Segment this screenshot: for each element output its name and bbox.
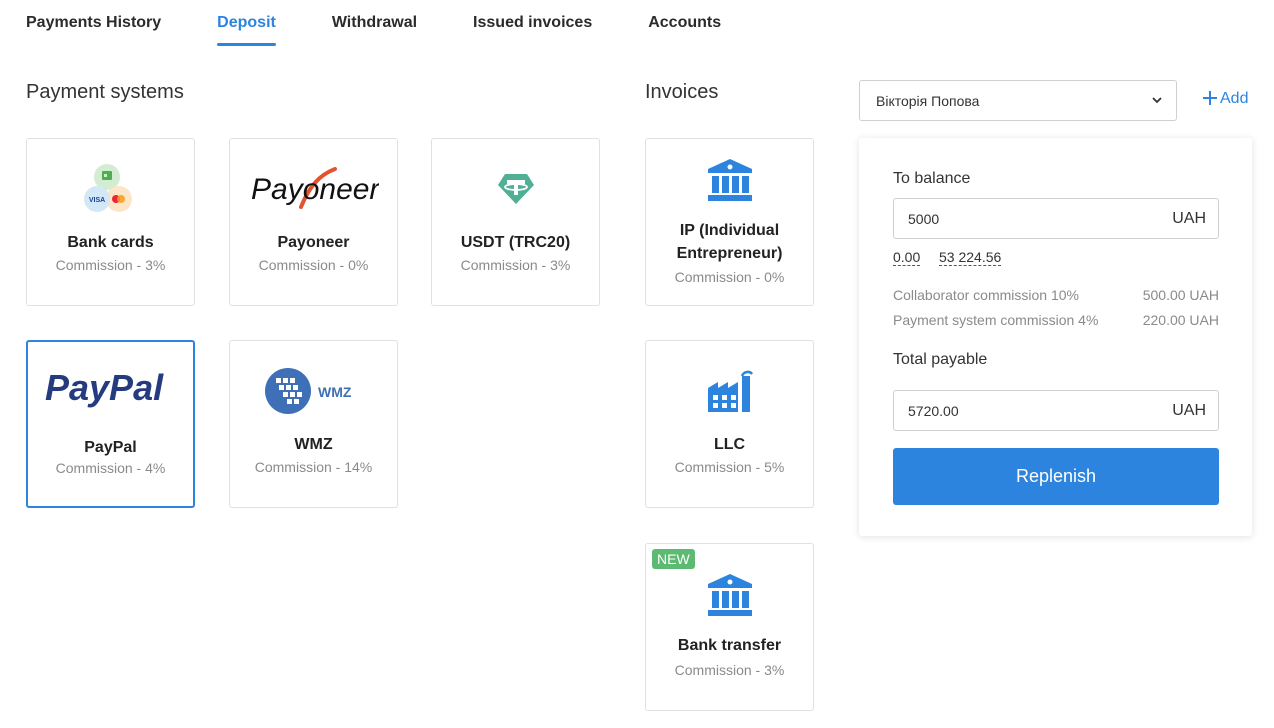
tab-issued-invoices[interactable]: Issued invoices [473, 0, 592, 48]
card-name: Payoneer [277, 234, 350, 251]
card-commission: Commission - 3% [460, 257, 571, 273]
card-wmz[interactable]: WMZ WMZ Commission - 14% [229, 340, 398, 508]
fee-row: Collaborator commission 10% 500.00 UAH [893, 287, 1219, 303]
card-commission: Commission - 4% [55, 460, 166, 476]
card-name: WMZ [294, 436, 333, 453]
webmoney-icon: WMZ [230, 363, 397, 419]
payoneer-logo: Payoneer [230, 161, 397, 217]
bank-building-icon [646, 568, 813, 624]
card-name: Bank cards [67, 234, 154, 251]
card-llc[interactable]: LLC Commission - 5% [645, 340, 814, 508]
card-bank-transfer[interactable]: NEW Bank transfer Commission - 3% [645, 543, 814, 711]
tab-withdrawal[interactable]: Withdrawal [332, 0, 417, 48]
card-bank-cards[interactable]: VISA Bank cards Commission - 3% [26, 138, 195, 306]
fee-row: Payment system commission 4% 220.00 UAH [893, 312, 1219, 328]
paypal-logo-text: PayPal [45, 367, 164, 408]
total-payable-label: Total payable [893, 351, 988, 368]
invoices-title: Invoices [645, 81, 719, 103]
quick-amount-min[interactable]: 0.00 [893, 250, 921, 266]
card-commission: Commission - 0% [674, 269, 785, 285]
tab-deposit[interactable]: Deposit [217, 0, 276, 48]
to-balance-label: To balance [893, 170, 971, 187]
wmz-logo-text: WMZ [318, 384, 352, 400]
card-usdt[interactable]: USDT (TRC20) Commission - 3% [431, 138, 600, 306]
new-badge: NEW [652, 549, 695, 569]
fee-value: 500.00 UAH [1142, 287, 1219, 303]
currency-label: UAH [1172, 209, 1206, 227]
add-label: Add [1220, 90, 1249, 107]
bank-building-icon [646, 153, 813, 209]
card-name: IP (Individual Entrepreneur) [676, 222, 783, 262]
fee-label: Payment system commission 4% [893, 312, 1099, 328]
card-commission: Commission - 0% [258, 257, 369, 273]
account-select[interactable]: Вікторія Попова [859, 80, 1177, 121]
card-name: PayPal [84, 439, 137, 456]
quick-amount-max[interactable]: 53 224.56 [939, 250, 1002, 266]
paypal-logo: PayPal [28, 360, 193, 416]
total-currency-label: UAH [1172, 401, 1206, 419]
plus-icon [1202, 89, 1218, 109]
bank-cards-icon: VISA [27, 161, 194, 217]
card-commission: Commission - 3% [55, 257, 166, 273]
card-name: Bank transfer [677, 637, 782, 654]
card-commission: Commission - 5% [674, 459, 785, 475]
card-name: LLC [713, 436, 746, 453]
card-payoneer[interactable]: Payoneer Payoneer Commission - 0% [229, 138, 398, 306]
tether-icon [432, 161, 599, 217]
card-commission: Commission - 3% [674, 662, 785, 678]
fee-label: Collaborator commission 10% [893, 287, 1079, 303]
card-paypal[interactable]: PayPal PayPal Commission - 4% [26, 340, 195, 508]
replenish-panel: To balance UAH 0.00 53 224.56 Collaborat… [859, 138, 1252, 536]
svg-text:VISA: VISA [88, 197, 104, 204]
card-ip-individual-entrepreneur[interactable]: IP (Individual Entrepreneur) Commission … [645, 138, 814, 306]
amount-field[interactable]: UAH [893, 198, 1219, 239]
payment-systems-title: Payment systems [26, 81, 184, 103]
replenish-button[interactable]: Replenish [893, 448, 1219, 505]
fee-value: 220.00 UAH [1142, 312, 1219, 328]
tab-accounts[interactable]: Accounts [648, 0, 721, 48]
top-tabs: Payments History Deposit Withdrawal Issu… [26, 0, 777, 48]
chevron-down-icon [1150, 93, 1164, 110]
amount-input[interactable] [908, 210, 1148, 227]
account-select-value: Вікторія Попова [876, 92, 980, 109]
tab-payments-history[interactable]: Payments History [26, 0, 161, 48]
card-name: USDT (TRC20) [460, 234, 571, 251]
add-account-button[interactable]: Add [1202, 89, 1248, 109]
total-input[interactable] [908, 402, 1148, 419]
payoneer-logo-text: Payoneer [251, 173, 379, 206]
card-commission: Commission - 14% [254, 459, 373, 475]
total-field[interactable]: UAH [893, 390, 1219, 431]
factory-icon [646, 363, 813, 419]
